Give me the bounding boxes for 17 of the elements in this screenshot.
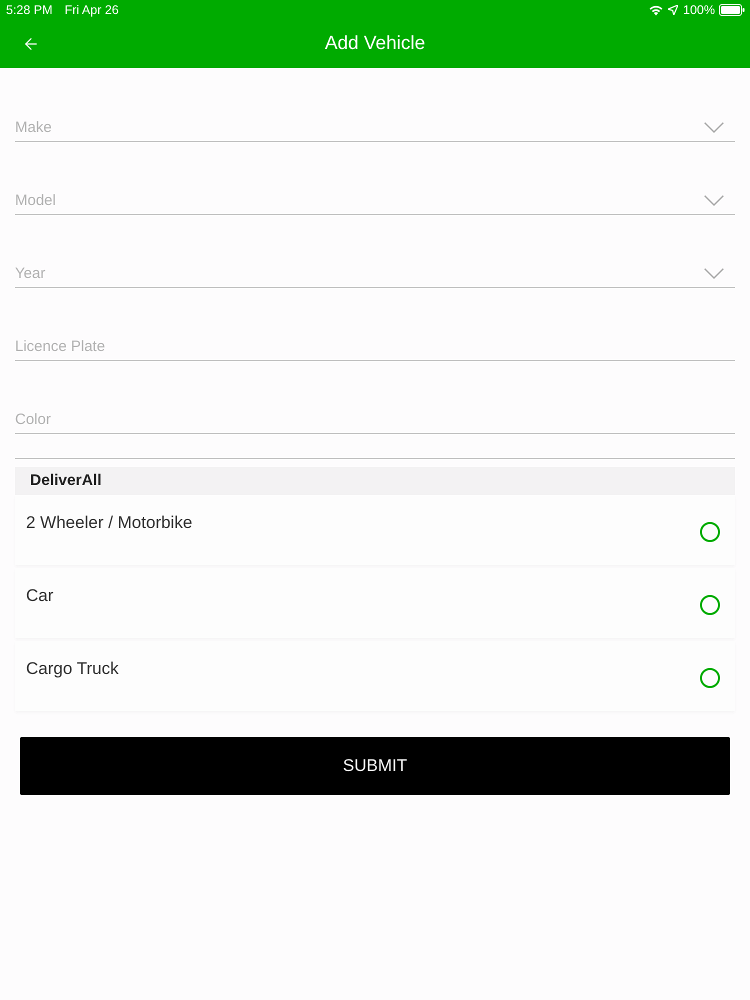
status-time: 5:28 PM [6,3,53,17]
text-field[interactable]: Licence Plate [15,321,735,361]
battery-icon [719,4,745,16]
wifi-icon [649,4,664,16]
dropdown-field[interactable]: Make [15,102,735,142]
battery-percentage: 100% [683,3,715,17]
status-date: Fri Apr 26 [64,3,119,17]
chevron-down-icon [704,122,724,133]
chevron-down-icon [704,268,724,279]
section-header: DeliverAll [15,467,735,495]
dropdown-field[interactable]: Year [15,248,735,288]
location-arrow-icon [668,5,678,15]
chevron-down-icon [704,195,724,206]
dropdown-field[interactable]: Model [15,175,735,215]
screen-title: Add Vehicle [324,33,426,55]
text-field[interactable]: Color [15,394,735,434]
submit-button[interactable]: SUBMIT [20,737,730,795]
